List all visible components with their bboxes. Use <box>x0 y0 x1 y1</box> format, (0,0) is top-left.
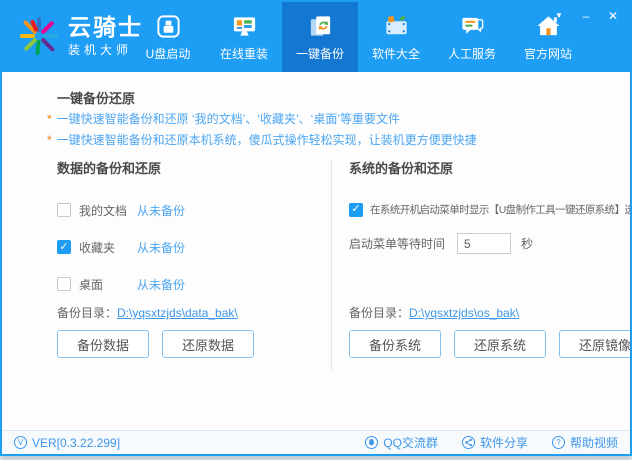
my-documents-checkbox[interactable] <box>57 203 71 217</box>
checkbox-label: 收藏夹 <box>79 239 129 256</box>
checkbox-row-desktop[interactable]: 桌面 从未备份 <box>57 275 325 293</box>
never-backed-up-link[interactable]: 从未备份 <box>137 276 185 293</box>
nav-tab-label: U盘启动 <box>146 45 191 62</box>
nav-tab-one-key-backup[interactable]: 一键备份 <box>282 2 358 72</box>
main-content: 一键备份还原 * 一键快速智能备份和还原 ‘我的文档’、‘收藏夹’、‘桌面’等重要… <box>2 72 630 431</box>
panel-divider <box>331 160 332 370</box>
nav-tab-usb-boot[interactable]: U盘启动 <box>130 2 206 72</box>
minimize-button[interactable]: – <box>579 9 593 23</box>
nav-tab-label: 一键备份 <box>296 45 344 62</box>
nav-tab-support[interactable]: 人工服务 <box>434 2 510 72</box>
restore-image-file-button[interactable]: 还原镜像文件 <box>559 330 632 358</box>
header: 云骑士 装机大师 U盘启动 <box>2 2 630 72</box>
data-backup-dir-row: 备份目录：D:\yqsxtzjds\data_bak\ <box>57 304 238 321</box>
data-backup-dir-link[interactable]: D:\yqsxtzjds\data_bak\ <box>117 306 238 320</box>
nav-tab-label: 官方网站 <box>524 45 572 62</box>
usb-icon <box>155 12 182 40</box>
nav-tab-software[interactable]: 软件大全 <box>358 2 434 72</box>
nav-tab-label: 人工服务 <box>448 45 496 62</box>
bullet-star: * <box>47 112 52 126</box>
data-panel-title: 数据的备份和还原 <box>57 158 325 177</box>
checkbox-label: 桌面 <box>79 276 129 293</box>
checkbox-row-my-documents[interactable]: 我的文档 从未备份 <box>57 201 325 219</box>
window-controls: ▼ – ✕ <box>552 9 620 23</box>
logo-starburst-icon <box>15 12 63 60</box>
version-info[interactable]: V VER[0.3.22.299] <box>14 436 120 450</box>
app-window: 云骑士 装机大师 U盘启动 <box>0 0 632 456</box>
never-backed-up-link[interactable]: 从未备份 <box>137 202 185 219</box>
system-panel-title: 系统的备份和还原 <box>349 158 611 177</box>
page-title: 一键备份还原 <box>57 88 135 107</box>
nav-tab-label: 在线重装 <box>220 45 268 62</box>
monitor-icon <box>231 12 258 40</box>
system-buttons-row: 备份系统 还原系统 还原镜像文件 <box>349 330 632 358</box>
service-icon <box>459 12 486 40</box>
system-backup-panel: 系统的备份和还原 在系统开机启动菜单时显示【U盘制作工具一键还原系统】选项 启动… <box>349 158 611 374</box>
wait-time-label: 启动菜单等待时间 <box>349 235 445 252</box>
favorites-checkbox[interactable] <box>57 240 71 254</box>
help-video-label: 帮助视频 <box>570 434 618 451</box>
main-nav: U盘启动 在线重装 <box>130 2 586 72</box>
boot-menu-option-label: 在系统开机启动菜单时显示【U盘制作工具一键还原系统】选项 <box>370 202 632 217</box>
bullet-star: * <box>47 133 52 147</box>
window-menu-button[interactable]: ▼ <box>552 9 566 23</box>
system-backup-dir-link[interactable]: D:\yqsxtzjds\os_bak\ <box>409 306 519 320</box>
nav-tab-online-reinstall[interactable]: 在线重装 <box>206 2 282 72</box>
backup-system-button[interactable]: 备份系统 <box>349 330 441 358</box>
close-button[interactable]: ✕ <box>606 9 620 23</box>
version-text: VER[0.3.22.299] <box>32 436 120 450</box>
wait-time-unit: 秒 <box>521 235 533 252</box>
app-logo: 云骑士 装机大师 <box>15 12 143 60</box>
software-icon <box>383 12 410 40</box>
checkbox-label: 我的文档 <box>79 202 129 219</box>
intro-bullet: * 一键快速智能备份和还原 ‘我的文档’、‘收藏夹’、‘桌面’等重要文件 <box>47 110 400 127</box>
backup-dir-label: 备份目录： <box>57 306 117 320</box>
restore-system-button[interactable]: 还原系统 <box>454 330 546 358</box>
help-video-link[interactable]: ? 帮助视频 <box>552 434 618 451</box>
desktop-checkbox[interactable] <box>57 277 71 291</box>
help-icon: ? <box>552 436 565 449</box>
checkbox-row-favorites[interactable]: 收藏夹 从未备份 <box>57 238 325 256</box>
data-backup-panel: 数据的备份和还原 我的文档 从未备份 收藏夹 从未备份 桌面 从未备份 备份目录… <box>57 158 325 374</box>
boot-menu-option-row[interactable]: 在系统开机启动菜单时显示【U盘制作工具一键还原系统】选项 <box>349 202 611 217</box>
data-buttons-row: 备份数据 还原数据 <box>57 330 254 358</box>
share-icon <box>462 436 475 449</box>
backup-dir-label: 备份目录： <box>349 306 409 320</box>
wait-time-row: 启动菜单等待时间 秒 <box>349 233 611 254</box>
boot-menu-checkbox[interactable] <box>349 203 363 217</box>
wait-time-input[interactable] <box>457 233 511 254</box>
nav-tab-label: 软件大全 <box>372 45 420 62</box>
qq-group-label: QQ交流群 <box>383 434 438 451</box>
version-icon: V <box>14 436 27 449</box>
qq-icon <box>365 436 378 449</box>
backup-data-button[interactable]: 备份数据 <box>57 330 149 358</box>
bullet-text: 一键快速智能备份和还原 ‘我的文档’、‘收藏夹’、‘桌面’等重要文件 <box>57 112 400 126</box>
status-bar: V VER[0.3.22.299] QQ交流群 <box>2 430 630 454</box>
status-links: QQ交流群 软件分享 ? 帮助视频 <box>365 434 618 451</box>
backup-icon <box>307 12 334 40</box>
system-backup-dir-row: 备份目录：D:\yqsxtzjds\os_bak\ <box>349 304 519 321</box>
bullet-text: 一键快速智能备份和还原本机系统，傻瓜式操作轻松实现，让装机更方便更快捷 <box>57 133 477 147</box>
qq-group-link[interactable]: QQ交流群 <box>365 434 438 451</box>
intro-bullet: * 一键快速智能备份和还原本机系统，傻瓜式操作轻松实现，让装机更方便更快捷 <box>47 131 477 148</box>
never-backed-up-link[interactable]: 从未备份 <box>137 239 185 256</box>
software-share-link[interactable]: 软件分享 <box>462 434 528 451</box>
restore-data-button[interactable]: 还原数据 <box>162 330 254 358</box>
software-share-label: 软件分享 <box>480 434 528 451</box>
